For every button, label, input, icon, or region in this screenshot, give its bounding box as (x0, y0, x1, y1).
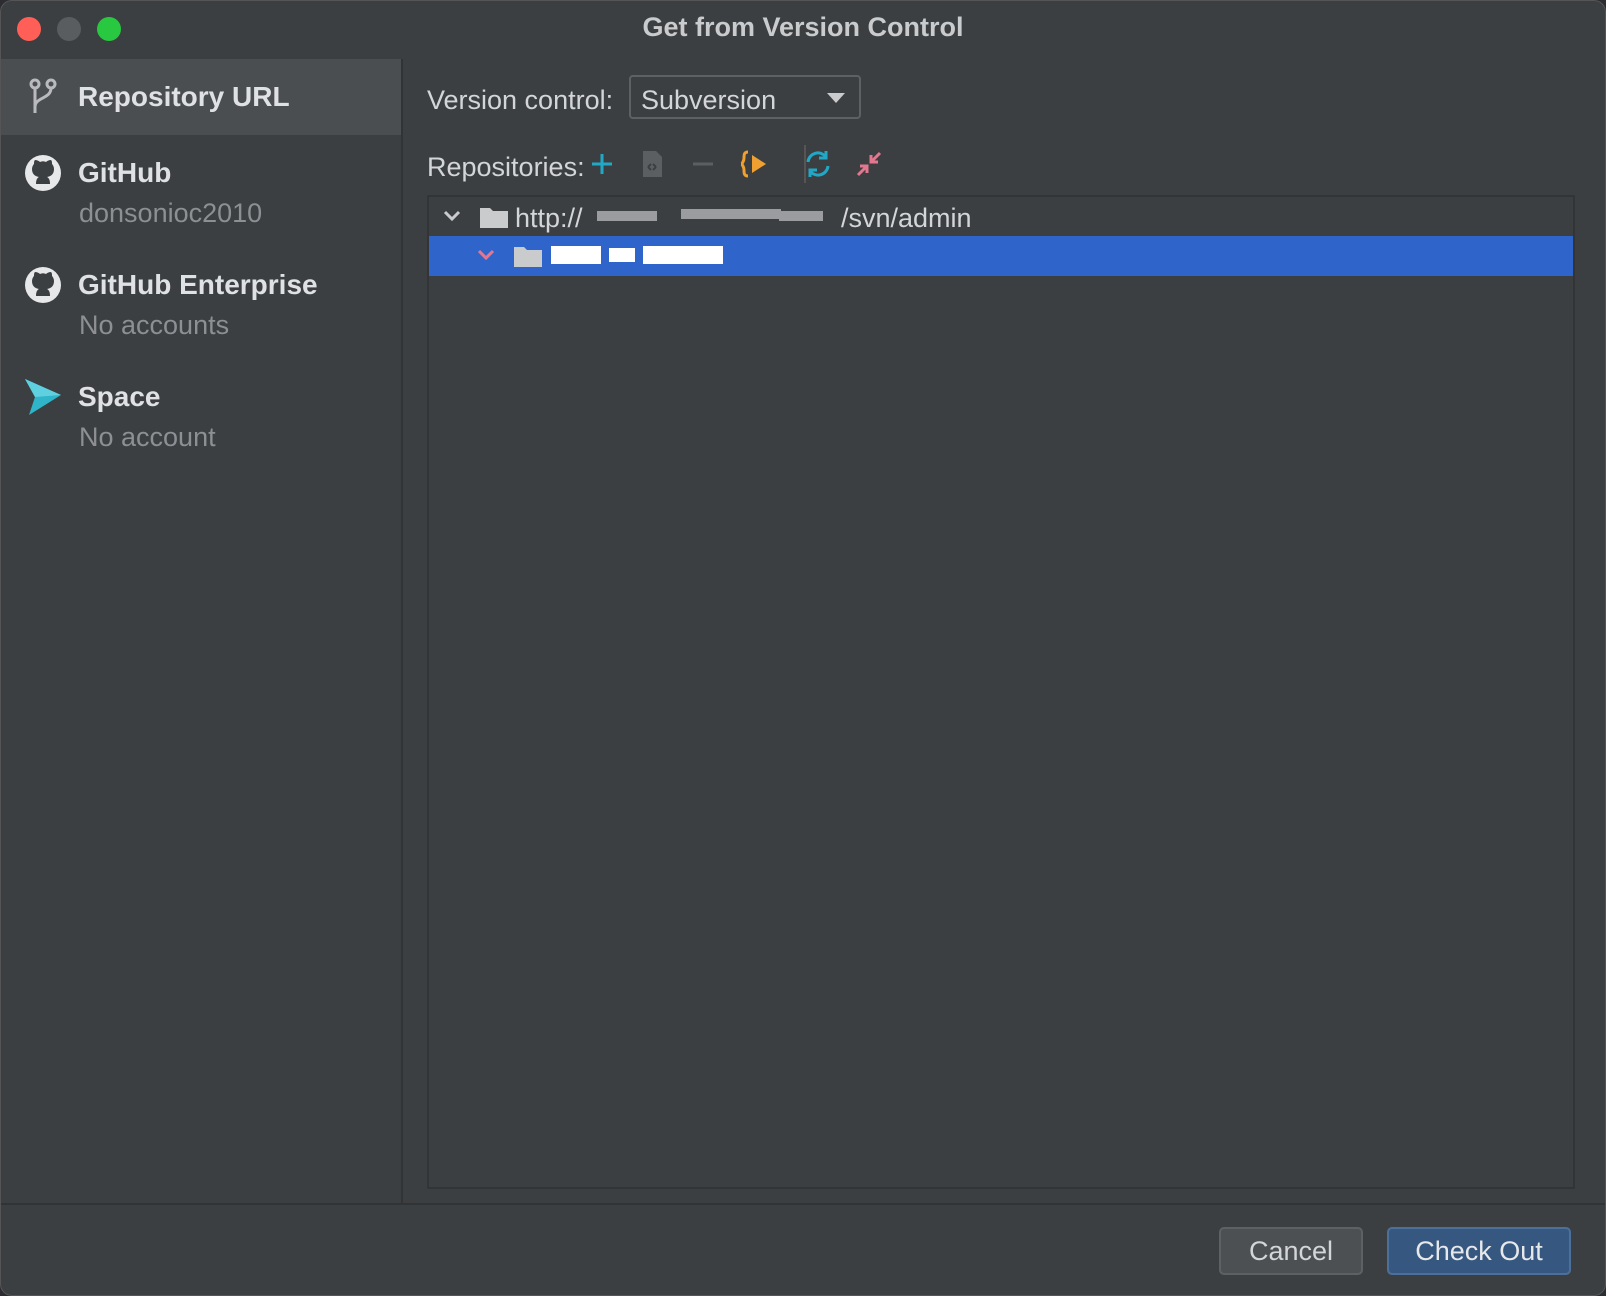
edit-icon[interactable] (635, 147, 669, 181)
github-icon (25, 267, 61, 303)
repositories-label: Repositories: (427, 152, 585, 182)
version-control-select[interactable]: Subversion (629, 75, 861, 119)
dialog-footer: Cancel Check Out (1, 1203, 1605, 1295)
sidebar-item-github-enterprise[interactable]: GitHub Enterprise No accounts (1, 247, 401, 359)
folder-icon (480, 208, 508, 228)
sidebar-item-account: No account (79, 422, 216, 452)
dialog-window: Get from Version Control Repository URL … (0, 0, 1606, 1296)
repositories-tree[interactable]: http:// /svn/admin (427, 195, 1575, 1189)
chevron-down-icon[interactable] (441, 205, 463, 227)
sidebar-item-github[interactable]: GitHub donsonioc2010 (1, 135, 401, 247)
sidebar-item-label: Repository URL (78, 81, 290, 112)
remove-icon[interactable] (686, 147, 720, 181)
redacted-name (609, 248, 635, 262)
sidebar-item-repository-url[interactable]: Repository URL (1, 59, 401, 135)
sidebar-item-account: donsonioc2010 (79, 198, 263, 228)
main-panel: Version control: Subversion Repositories… (403, 59, 1605, 1205)
sidebar-item-label: GitHub Enterprise (78, 269, 318, 300)
redacted-name (643, 246, 723, 264)
space-icon (25, 379, 61, 415)
sidebar-item-label: Space (78, 381, 161, 412)
redacted-host (681, 209, 781, 219)
github-icon (25, 155, 61, 191)
redacted-host (597, 211, 657, 221)
chevron-down-icon (827, 93, 845, 103)
folder-icon (514, 247, 542, 267)
tree-row-root[interactable]: http:// /svn/admin (429, 197, 1573, 237)
tree-row-child[interactable] (429, 236, 1573, 276)
redacted-name (551, 246, 601, 264)
sidebar-item-space[interactable]: Space No account (1, 359, 401, 471)
tree-root-url-suffix: /svn/admin (841, 203, 972, 233)
sidebar-item-account: No accounts (79, 310, 230, 340)
version-control-value: Subversion (641, 85, 777, 115)
window-title: Get from Version Control (642, 12, 964, 42)
title-bar: Get from Version Control (1, 1, 1605, 57)
sidebar: Repository URL GitHub donsonioc2010 GitH… (1, 59, 403, 1205)
refresh-icon[interactable] (801, 147, 835, 181)
browse-icon[interactable] (737, 147, 771, 181)
vcs-branch-icon (29, 78, 57, 113)
collapse-icon[interactable] (852, 147, 886, 181)
cancel-button[interactable]: Cancel (1219, 1227, 1363, 1275)
tree-root-url-prefix: http:// (515, 203, 583, 233)
add-icon[interactable] (585, 147, 619, 181)
version-control-label: Version control: (427, 85, 614, 115)
check-out-button[interactable]: Check Out (1387, 1227, 1571, 1275)
redacted-host (779, 211, 823, 221)
sidebar-item-label: GitHub (78, 157, 172, 188)
chevron-down-icon[interactable] (475, 244, 497, 266)
